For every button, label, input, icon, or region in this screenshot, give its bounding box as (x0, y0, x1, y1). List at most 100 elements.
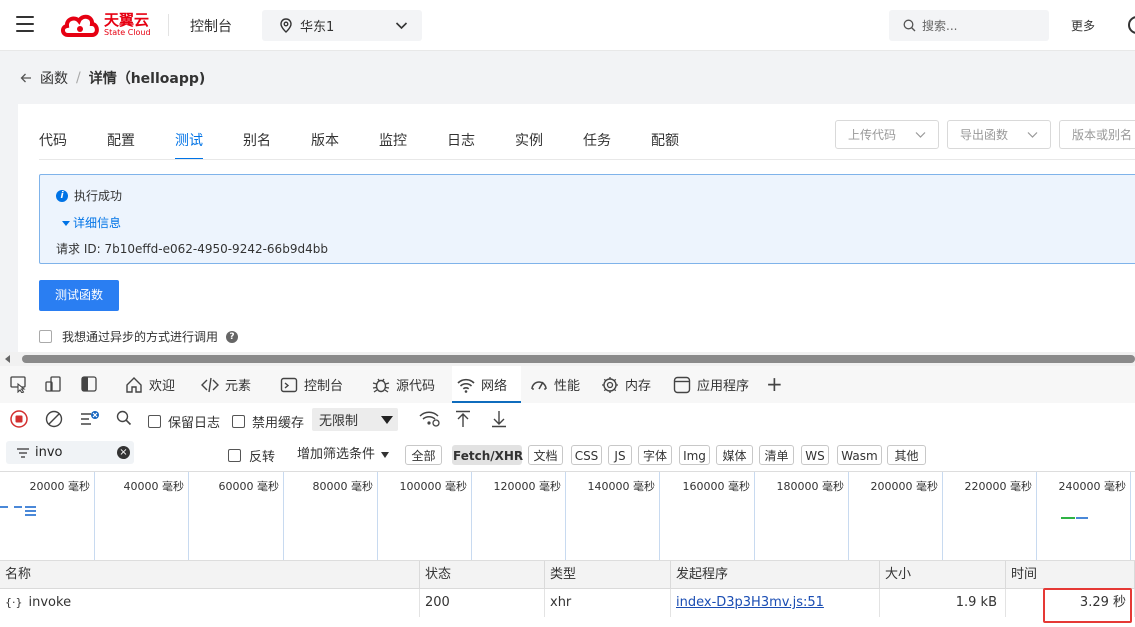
filter-clear-icon[interactable] (80, 410, 100, 428)
logo-cn: 天翼云 (104, 11, 150, 29)
record-stop-icon[interactable] (10, 410, 28, 428)
tab-6[interactable]: 日志 (447, 104, 475, 159)
network-overview-timeline[interactable]: 20000 毫秒 40000 毫秒 60000 毫秒 80000 毫秒 100000 毫… (0, 471, 1135, 561)
breadcrumb-functions[interactable]: 函数 (40, 68, 68, 88)
details-toggle[interactable]: 详细信息 (62, 214, 121, 231)
more-menu[interactable]: 更多 (1071, 17, 1095, 34)
timeline-gridline (942, 472, 943, 560)
column-header-0[interactable]: 名称 (0, 561, 420, 589)
async-invoke-option: 我想通过异步的方式进行调用 ? (39, 328, 239, 345)
filter-chip-4[interactable]: JS (608, 445, 632, 465)
throttling-select[interactable]: 无限制 (312, 408, 398, 431)
add-filter-dropdown[interactable]: 增加筛选条件 (297, 443, 390, 462)
export-function-button[interactable]: 导出函数 (947, 120, 1051, 149)
devtools-tab-0[interactable]: 欢迎 (120, 366, 189, 403)
filter-icon (17, 447, 29, 458)
bug-icon (372, 378, 390, 393)
preserve-log-option[interactable]: 保留日志 (148, 412, 220, 431)
filter-chip-7[interactable]: 媒体 (716, 445, 753, 465)
tab-7[interactable]: 实例 (515, 104, 543, 159)
version-alias-select[interactable]: 版本或别名 (1059, 120, 1135, 149)
invert-label: 反转 (249, 450, 276, 465)
cell-status: 200 (420, 589, 545, 617)
filter-chip-0[interactable]: 全部 (405, 445, 442, 465)
tab-9[interactable]: 配额 (651, 104, 679, 159)
filter-chip-6[interactable]: Img (679, 445, 710, 465)
clear-icon[interactable] (45, 410, 63, 428)
timeline-tick-label: 60000 毫秒 (218, 480, 280, 493)
tab-0[interactable]: 代码 (39, 104, 67, 159)
tab-5[interactable]: 监控 (379, 104, 407, 159)
clear-filter-icon[interactable]: × (117, 446, 130, 459)
upload-code-button[interactable]: 上传代码 (835, 120, 939, 149)
invert-option[interactable]: 反转 (228, 446, 275, 465)
test-function-button[interactable]: 测试函数 (39, 280, 119, 311)
cell-type: xhr (545, 589, 671, 617)
caret-down-icon (62, 221, 70, 226)
async-label: 我想通过异步的方式进行调用 (62, 330, 219, 344)
filter-chip-11[interactable]: 其他 (887, 445, 926, 465)
region-label: 华东1 (300, 20, 335, 35)
column-header-3[interactable]: 发起程序 (671, 561, 880, 589)
import-har-icon[interactable] (455, 410, 471, 428)
timeline-tick-label: 100000 毫秒 (399, 480, 468, 493)
filter-chip-3[interactable]: CSS (571, 445, 602, 465)
cell-size: 1.9 kB (880, 589, 1006, 617)
console-link[interactable]: 控制台 (190, 16, 232, 36)
question-icon[interactable]: ? (226, 330, 239, 343)
search-icon[interactable] (116, 410, 132, 426)
async-checkbox[interactable] (39, 330, 52, 343)
devtools-tab-1[interactable]: 元素 (196, 366, 265, 403)
logo[interactable]: 天翼云 State Cloud (60, 10, 151, 40)
column-header-5[interactable]: 时间 (1006, 561, 1135, 589)
network-conditions-icon[interactable] (419, 410, 441, 428)
filter-chip-9[interactable]: WS (801, 445, 829, 465)
timeline-gridline (754, 472, 755, 560)
search-input[interactable]: 搜索... (889, 10, 1049, 41)
dock-side-icon[interactable] (80, 375, 98, 393)
add-tab-icon[interactable]: + (766, 372, 783, 396)
column-header-2[interactable]: 类型 (545, 561, 671, 589)
devtools-tab-5[interactable]: 性能 (525, 366, 590, 403)
preserve-log-checkbox[interactable] (148, 415, 161, 428)
device-toolbar-icon[interactable] (45, 375, 63, 393)
tab-3[interactable]: 别名 (243, 104, 271, 159)
tab-2[interactable]: 测试 (175, 104, 203, 160)
horizontal-scrollbar[interactable] (0, 352, 1135, 366)
devtools-tab-6[interactable]: 内存 (596, 366, 665, 403)
tab-4[interactable]: 版本 (311, 104, 339, 159)
disable-cache-option[interactable]: 禁用缓存 (232, 412, 304, 431)
column-header-1[interactable]: 状态 (420, 561, 545, 589)
filter-input[interactable]: invo × (6, 441, 134, 464)
help-icon[interactable] (1128, 16, 1135, 34)
cell-initiator[interactable]: index-D3p3H3mv.js:51 (671, 589, 880, 617)
devtools-tab-4[interactable]: 网络 (452, 366, 521, 403)
timeline-request-bar (1061, 517, 1075, 519)
devtools-tab-7[interactable]: 应用程序 (668, 366, 765, 403)
scroll-left-icon[interactable] (5, 355, 10, 363)
disable-cache-checkbox[interactable] (232, 415, 245, 428)
export-har-icon[interactable] (491, 410, 507, 428)
preserve-log-label: 保留日志 (168, 416, 221, 431)
menu-icon[interactable] (16, 16, 34, 32)
devtools-panel: 欢迎 元素 控制台 源代码 网络 性能 内存 应用程序 + 保留日志 禁用缓存 (0, 366, 1135, 627)
filter-chip-2[interactable]: 文档 (528, 445, 563, 465)
filter-chip-1[interactable]: Fetch/XHR (452, 445, 523, 465)
invert-checkbox[interactable] (228, 449, 241, 462)
tab-8[interactable]: 任务 (583, 104, 611, 159)
column-header-4[interactable]: 大小 (880, 561, 1006, 589)
inspect-icon[interactable] (10, 375, 28, 393)
filter-chip-8[interactable]: 清单 (759, 445, 794, 465)
caret-down-icon (381, 451, 390, 458)
scrollbar-thumb[interactable] (22, 355, 1135, 363)
tab-1[interactable]: 配置 (107, 104, 135, 159)
execution-result-panel: i 执行成功 详细信息 请求 ID: 7b10effd-e062-4950-92… (39, 174, 1135, 264)
console-icon (280, 377, 298, 392)
region-selector[interactable]: 华东1 (262, 10, 422, 41)
back-arrow-icon[interactable] (20, 72, 32, 84)
filter-chip-10[interactable]: Wasm (837, 445, 882, 465)
devtools-tab-3[interactable]: 源代码 (367, 366, 444, 403)
filter-chip-5[interactable]: 字体 (638, 445, 672, 465)
result-status: i 执行成功 (56, 187, 122, 204)
devtools-tab-2[interactable]: 控制台 (275, 366, 358, 403)
